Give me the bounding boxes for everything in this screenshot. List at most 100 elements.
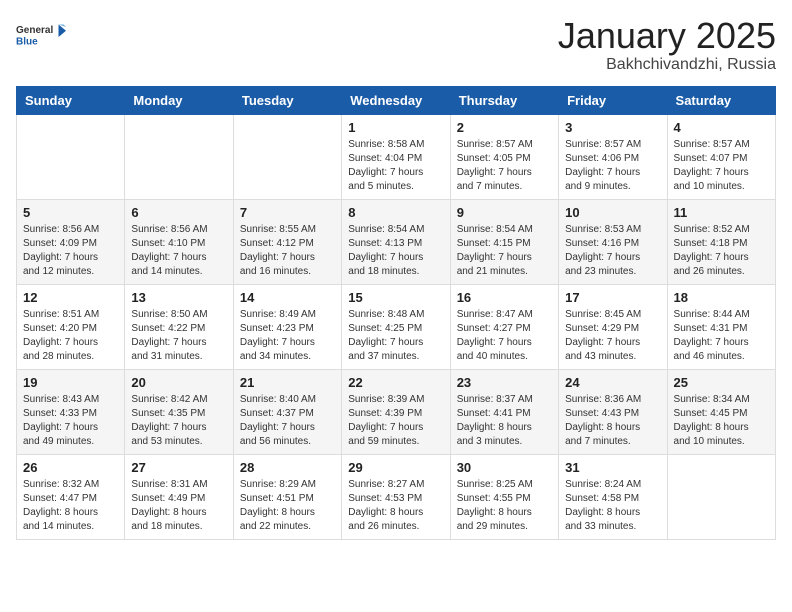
title-block: January 2025 Bakhchivandzhi, Russia (558, 16, 776, 74)
day-info-line: Daylight: 7 hours (674, 252, 749, 263)
day-number: 5 (23, 205, 118, 220)
day-info-line: and 23 minutes. (565, 266, 636, 277)
calendar-cell: 8Sunrise: 8:54 AMSunset: 4:13 PMDaylight… (342, 199, 450, 284)
day-info-line: Sunset: 4:49 PM (131, 493, 205, 504)
day-info-line: Daylight: 8 hours (565, 507, 640, 518)
day-info-line: Sunrise: 8:31 AM (131, 479, 207, 490)
calendar-cell: 26Sunrise: 8:32 AMSunset: 4:47 PMDayligh… (17, 454, 125, 539)
day-info-line: and 5 minutes. (348, 181, 414, 192)
calendar-cell: 18 Sunrise: 8:44 AMSunset: 4:31 PMDayligh… (667, 284, 775, 369)
day-number: 25 (674, 375, 769, 390)
day-info-line: Daylight: 7 hours (240, 252, 315, 263)
day-info-line: and 7 minutes. (457, 181, 523, 192)
day-number: 31 (565, 460, 660, 475)
day-info-line: and 10 minutes. (674, 181, 745, 192)
day-number: 1 (348, 120, 443, 135)
day-number: 16 (457, 290, 552, 305)
calendar-cell: 9Sunrise: 8:54 AMSunset: 4:15 PMDaylight… (450, 199, 558, 284)
day-number: 24 (565, 375, 660, 390)
day-info-line: Sunset: 4:41 PM (457, 408, 531, 419)
day-info: Sunrise: 8:44 AMSunset: 4:31 PMDaylight:… (674, 308, 769, 364)
day-info-line: Daylight: 8 hours (240, 507, 315, 518)
day-info-line: Sunset: 4:15 PM (457, 238, 531, 249)
day-info-line: Sunset: 4:31 PM (674, 323, 748, 334)
header-thursday: Thursday (450, 86, 558, 114)
day-info-line: Daylight: 8 hours (348, 507, 423, 518)
day-number: 14 (240, 290, 335, 305)
day-number: 12 (23, 290, 118, 305)
day-info-line: and 34 minutes. (240, 351, 311, 362)
day-info-line: Sunrise: 8:29 AM (240, 479, 316, 490)
calendar-cell: 29Sunrise: 8:27 AMSunset: 4:53 PMDayligh… (342, 454, 450, 539)
day-info-line: Daylight: 7 hours (131, 422, 206, 433)
day-info-line: Daylight: 7 hours (23, 252, 98, 263)
day-info-line: Daylight: 7 hours (131, 252, 206, 263)
day-info-line: Sunset: 4:53 PM (348, 493, 422, 504)
calendar-table: Sunday Monday Tuesday Wednesday Thursday… (16, 86, 776, 540)
day-number: 18 (674, 290, 769, 305)
day-info-line: Sunset: 4:35 PM (131, 408, 205, 419)
day-info: Sunrise: 8:58 AMSunset: 4:04 PMDaylight:… (348, 138, 443, 194)
day-info-line: and 3 minutes. (457, 436, 523, 447)
day-number: 8 (348, 205, 443, 220)
day-info-line: Sunrise: 8:24 AM (565, 479, 641, 490)
day-info-line: and 22 minutes. (240, 521, 311, 532)
day-info: Sunrise: 8:32 AMSunset: 4:47 PMDaylight:… (23, 478, 118, 534)
day-info-line: Sunrise: 8:55 AM (240, 224, 316, 235)
week-row-4: 19Sunrise: 8:43 AMSunset: 4:33 PMDayligh… (17, 369, 776, 454)
week-row-5: 26Sunrise: 8:32 AMSunset: 4:47 PMDayligh… (17, 454, 776, 539)
day-info-line: Sunset: 4:39 PM (348, 408, 422, 419)
day-info-line: Sunrise: 8:42 AM (131, 394, 207, 405)
calendar-cell: 28Sunrise: 8:29 AMSunset: 4:51 PMDayligh… (233, 454, 341, 539)
day-info-line: Daylight: 7 hours (457, 167, 532, 178)
calendar-cell: 30Sunrise: 8:25 AMSunset: 4:55 PMDayligh… (450, 454, 558, 539)
day-info: Sunrise: 8:45 AMSunset: 4:29 PMDaylight:… (565, 308, 660, 364)
weekday-header-row: Sunday Monday Tuesday Wednesday Thursday… (17, 86, 776, 114)
day-info-line: Sunset: 4:23 PM (240, 323, 314, 334)
calendar-cell: 15Sunrise: 8:48 AMSunset: 4:25 PMDayligh… (342, 284, 450, 369)
calendar-cell: 25 Sunrise: 8:34 AMSunset: 4:45 PMDayligh… (667, 369, 775, 454)
day-number: 21 (240, 375, 335, 390)
day-number: 13 (131, 290, 226, 305)
day-info: Sunrise: 8:39 AMSunset: 4:39 PMDaylight:… (348, 393, 443, 449)
day-info-line: Daylight: 7 hours (23, 337, 98, 348)
logo: General Blue (16, 16, 66, 56)
calendar-cell: 2Sunrise: 8:57 AMSunset: 4:05 PMDaylight… (450, 114, 558, 199)
calendar-cell: 20Sunrise: 8:42 AMSunset: 4:35 PMDayligh… (125, 369, 233, 454)
day-info: Sunrise: 8:25 AMSunset: 4:55 PMDaylight:… (457, 478, 552, 534)
day-info: Sunrise: 8:34 AMSunset: 4:45 PMDaylight:… (674, 393, 769, 449)
day-info-line: Daylight: 7 hours (240, 422, 315, 433)
svg-text:General: General (16, 25, 53, 36)
day-info-line: and 12 minutes. (23, 266, 94, 277)
day-info-line: Sunrise: 8:51 AM (23, 309, 99, 320)
day-info-line: Sunset: 4:06 PM (565, 153, 639, 164)
day-info-line: Daylight: 7 hours (240, 337, 315, 348)
day-info-line: and 33 minutes. (565, 521, 636, 532)
day-number: 3 (565, 120, 660, 135)
day-info-line: Sunrise: 8:49 AM (240, 309, 316, 320)
day-info-line: Sunrise: 8:50 AM (131, 309, 207, 320)
day-info: Sunrise: 8:57 AMSunset: 4:06 PMDaylight:… (565, 138, 660, 194)
calendar-cell: 3 Sunrise: 8:57 AMSunset: 4:06 PMDaylight… (559, 114, 667, 199)
day-number: 28 (240, 460, 335, 475)
day-info: Sunrise: 8:47 AMSunset: 4:27 PMDaylight:… (457, 308, 552, 364)
day-info: Sunrise: 8:43 AMSunset: 4:33 PMDaylight:… (23, 393, 118, 449)
day-info: Sunrise: 8:48 AMSunset: 4:25 PMDaylight:… (348, 308, 443, 364)
day-info-line: Sunrise: 8:56 AM (131, 224, 207, 235)
week-row-2: 5Sunrise: 8:56 AMSunset: 4:09 PMDaylight… (17, 199, 776, 284)
day-info: Sunrise: 8:31 AM Sunset: 4:49 PM Daylight:… (131, 478, 226, 534)
day-info-line: and 49 minutes. (23, 436, 94, 447)
day-info-line: Daylight: 8 hours (131, 507, 206, 518)
calendar-cell: 12Sunrise: 8:51 AMSunset: 4:20 PMDayligh… (17, 284, 125, 369)
day-info-line: Sunset: 4:58 PM (565, 493, 639, 504)
day-info-line: and 53 minutes. (131, 436, 202, 447)
day-info-line: and 46 minutes. (674, 351, 745, 362)
day-info-line: Sunrise: 8:47 AM (457, 309, 533, 320)
day-info-line: Sunrise: 8:56 AM (23, 224, 99, 235)
day-info-line: Sunrise: 8:34 AM (674, 394, 750, 405)
day-info: Sunrise: 8:56 AMSunset: 4:10 PMDaylight:… (131, 223, 226, 279)
calendar-cell: 6 Sunrise: 8:56 AMSunset: 4:10 PMDaylight… (125, 199, 233, 284)
day-info-line: Daylight: 8 hours (457, 422, 532, 433)
day-number: 6 (131, 205, 226, 220)
day-info-line: and 16 minutes. (240, 266, 311, 277)
